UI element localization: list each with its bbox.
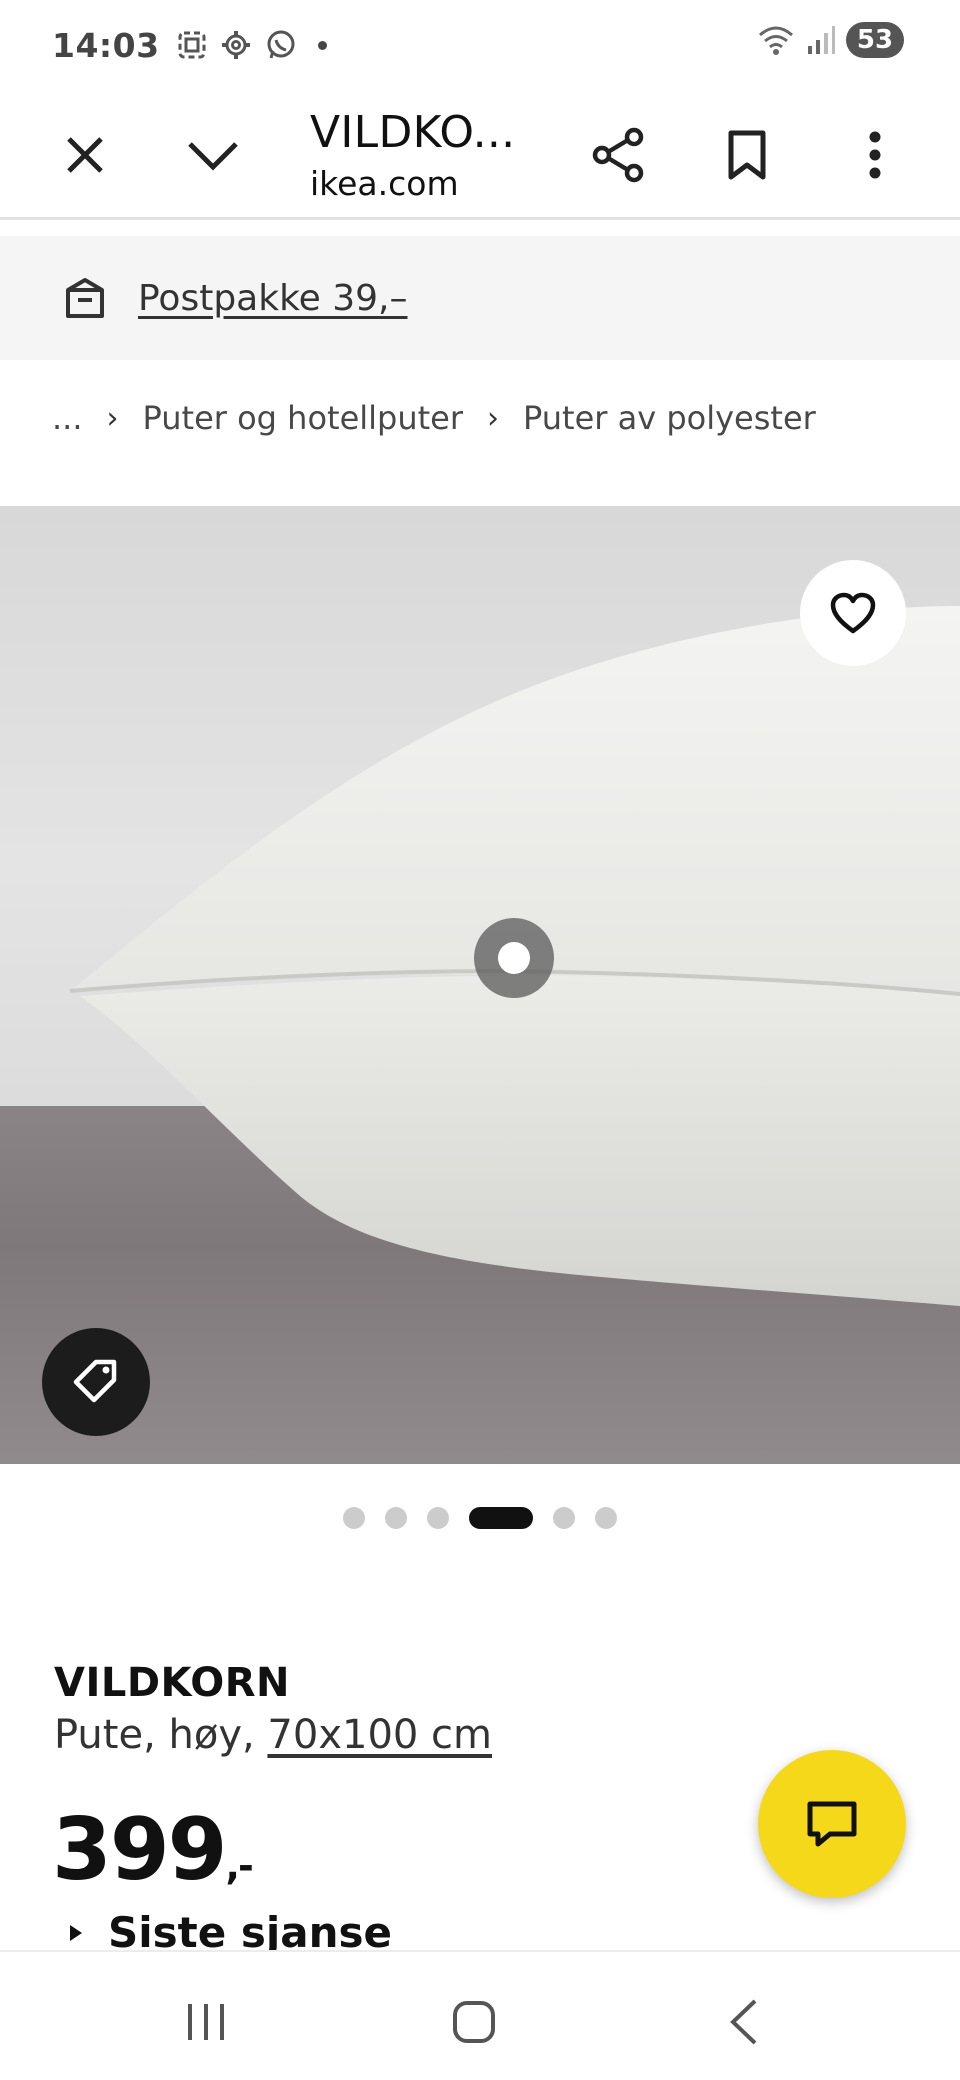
chat-button[interactable]: [758, 1750, 906, 1898]
delivery-link[interactable]: Postpakke 39,–: [138, 278, 408, 319]
home-icon: [453, 2001, 495, 2043]
status-right: 53: [756, 22, 904, 58]
page-title: VILDKO...: [310, 107, 516, 158]
settings-icon: [221, 31, 250, 59]
product-tags-button[interactable]: [42, 1328, 150, 1436]
more-menu-button[interactable]: [830, 110, 920, 200]
product-image[interactable]: [0, 506, 960, 1464]
carousel-dot[interactable]: [595, 1507, 617, 1529]
carousel-dot[interactable]: [553, 1507, 575, 1529]
price-suffix: ,-: [225, 1844, 254, 1888]
bookmark-button[interactable]: [702, 110, 792, 200]
close-icon: [67, 137, 103, 173]
status-icons-left: [176, 28, 327, 62]
chevron-right-icon: ›: [106, 400, 119, 436]
delivery-banner: Postpakke 39,–: [0, 236, 960, 360]
status-time: 14:03: [52, 25, 160, 65]
share-icon: [592, 127, 644, 183]
breadcrumb: ... › Puter og hotellputer › Puter av po…: [52, 388, 816, 448]
screenshot-icon: [178, 31, 206, 59]
price-value: 399: [52, 1800, 228, 1900]
carousel-dot-active[interactable]: [469, 1507, 533, 1529]
notification-dot: [317, 40, 327, 50]
chevron-down-icon: [188, 142, 238, 171]
back-icon: [730, 1999, 757, 2045]
chat-icon: [807, 1801, 857, 1847]
status-bar: 14:03 53: [0, 0, 960, 90]
collapse-button[interactable]: [168, 110, 258, 200]
hotspot-dot: [498, 942, 530, 974]
product-hotspot[interactable]: [474, 918, 554, 998]
carousel-dot[interactable]: [427, 1507, 449, 1529]
share-button[interactable]: [574, 110, 664, 200]
close-button[interactable]: [40, 110, 130, 200]
carousel-indicator: [0, 1506, 960, 1530]
package-icon: [66, 278, 104, 318]
more-vert-icon: [869, 131, 881, 179]
breadcrumb-item-polyester[interactable]: Puter av polyester: [523, 399, 816, 437]
signal-icon: [808, 26, 835, 54]
tag-icon: [73, 1359, 117, 1403]
battery-indicator: 53: [846, 22, 904, 58]
expand-triangle-icon: [70, 1924, 82, 1941]
wifi-icon: [759, 26, 793, 55]
product-price: 399,-: [52, 1800, 254, 1900]
back-button[interactable]: [694, 1972, 794, 2072]
product-size-link[interactable]: 70x100 cm: [267, 1712, 492, 1758]
system-nav-bar: [0, 1950, 960, 2080]
page-title-area[interactable]: VILDKO... ikea.com: [310, 90, 515, 220]
carousel-dot[interactable]: [385, 1507, 407, 1529]
whatsapp-icon: [267, 30, 295, 59]
favorite-button[interactable]: [800, 560, 906, 666]
recent-apps-button[interactable]: [156, 1972, 256, 2072]
page-domain: ikea.com: [310, 164, 459, 203]
chevron-right-icon: ›: [487, 400, 500, 436]
product-type: Pute, høy,: [54, 1712, 268, 1758]
home-button[interactable]: [424, 1972, 524, 2072]
heart-icon: [830, 592, 876, 634]
product-description: Pute, høy, 70x100 cm: [54, 1712, 492, 1758]
breadcrumb-item-ellipsis[interactable]: ...: [52, 399, 83, 437]
browser-toolbar: VILDKO... ikea.com: [0, 90, 960, 220]
product-name: VILDKORN: [54, 1660, 291, 1706]
breadcrumb-item-pillows[interactable]: Puter og hotellputer: [143, 399, 464, 437]
bookmark-icon: [728, 130, 766, 180]
recent-apps-icon: [188, 2004, 224, 2040]
carousel-dot[interactable]: [343, 1507, 365, 1529]
